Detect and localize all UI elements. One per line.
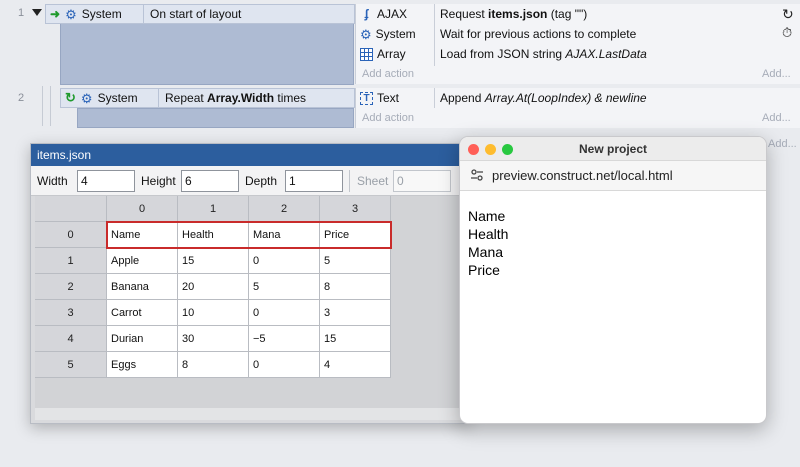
condition-object: System bbox=[97, 91, 138, 105]
array-cell[interactable]: 15 bbox=[320, 326, 391, 352]
action-text: Wait for previous actions to complete bbox=[440, 27, 637, 41]
depth-input[interactable]: 1 bbox=[285, 170, 343, 192]
url-text[interactable]: preview.construct.net/local.html bbox=[492, 168, 673, 183]
array-cell[interactable]: 0 bbox=[249, 352, 320, 378]
stopwatch-icon: ⏱ bbox=[782, 25, 793, 40]
trigger-arrow-icon: ➜ bbox=[50, 7, 61, 21]
browser-titlebar: New project bbox=[460, 137, 766, 161]
array-cell[interactable]: Carrot bbox=[107, 300, 178, 326]
depth-label: Depth bbox=[245, 174, 278, 188]
action-row[interactable]: Array bbox=[356, 44, 436, 64]
action-object: Text bbox=[377, 91, 400, 105]
content-line: Mana bbox=[468, 244, 504, 260]
array-grid-icon bbox=[360, 47, 373, 61]
event-number: 2 bbox=[18, 92, 25, 104]
text-object-icon: T bbox=[360, 91, 373, 105]
sheet-label: Sheet bbox=[357, 174, 389, 188]
site-settings-icon[interactable] bbox=[470, 168, 484, 185]
row-header[interactable]: 0 bbox=[35, 222, 107, 248]
action-object: AJAX bbox=[377, 7, 408, 21]
loop-icon: ↻ bbox=[65, 90, 76, 105]
column-header[interactable]: 2 bbox=[249, 196, 320, 222]
array-cell[interactable]: −5 bbox=[249, 326, 320, 352]
width-input[interactable]: 4 bbox=[77, 170, 135, 192]
action-row[interactable]: T Text bbox=[356, 88, 436, 108]
array-cell[interactable]: 8 bbox=[178, 352, 249, 378]
array-cell[interactable]: Eggs bbox=[107, 352, 178, 378]
content-line: Name bbox=[468, 208, 506, 224]
array-editor-window: items.json Width 4 Height 6 Depth 1 Shee… bbox=[30, 143, 470, 424]
add-link[interactable]: Add... bbox=[762, 112, 791, 124]
action-object: Array bbox=[377, 47, 406, 61]
row-header[interactable]: 4 bbox=[35, 326, 107, 352]
array-cell[interactable]: Apple bbox=[107, 248, 178, 274]
action-text: Request items.json (tag "") bbox=[440, 7, 588, 21]
array-grid: 0 1 2 3 0 Name Health Mana Price 1 Apple… bbox=[35, 196, 465, 408]
condition-object: System bbox=[81, 7, 122, 21]
array-cell[interactable]: 5 bbox=[320, 248, 391, 274]
height-label: Height bbox=[141, 174, 176, 188]
content-line: Price bbox=[468, 262, 500, 278]
array-cell[interactable]: 3 bbox=[320, 300, 391, 326]
sheet-input[interactable]: 0 bbox=[393, 170, 451, 192]
action-text: Load from JSON string AJAX.LastData bbox=[440, 47, 647, 61]
column-header[interactable]: 1 bbox=[178, 196, 249, 222]
array-cell[interactable]: 0 bbox=[249, 248, 320, 274]
event-indent-line bbox=[42, 86, 43, 126]
toolbar-divider bbox=[349, 170, 350, 192]
action-row[interactable]: ʄ AJAX bbox=[356, 4, 436, 24]
add-action-link[interactable]: Add action bbox=[362, 68, 414, 80]
browser-title: New project bbox=[578, 142, 647, 156]
event-1-condition[interactable]: ➜ ⚙ System On start of layout bbox=[45, 4, 355, 24]
array-cell[interactable]: 30 bbox=[178, 326, 249, 352]
array-editor-title: items.json bbox=[31, 144, 469, 166]
array-cell[interactable]: Durian bbox=[107, 326, 178, 352]
action-text: Append Array.At(LoopIndex) & newline bbox=[440, 91, 647, 105]
action-object: System bbox=[375, 27, 416, 41]
row-header[interactable]: 2 bbox=[35, 274, 107, 300]
array-cell[interactable]: 4 bbox=[320, 352, 391, 378]
array-cell[interactable]: 8 bbox=[320, 274, 391, 300]
address-bar[interactable]: preview.construct.net/local.html bbox=[460, 161, 766, 191]
row-header[interactable]: 1 bbox=[35, 248, 107, 274]
event-indent-line bbox=[50, 86, 51, 126]
array-cell[interactable]: 20 bbox=[178, 274, 249, 300]
width-label: Width bbox=[37, 174, 68, 188]
action-row[interactable]: ⚙ System bbox=[356, 24, 436, 44]
array-scroll-area[interactable] bbox=[35, 408, 465, 420]
column-header[interactable]: 0 bbox=[107, 196, 178, 222]
grid-corner bbox=[35, 196, 107, 222]
array-toolbar: Width 4 Height 6 Depth 1 Sheet 0 bbox=[31, 166, 469, 196]
row-header[interactable]: 3 bbox=[35, 300, 107, 326]
event-2-condition-block[interactable] bbox=[77, 108, 354, 128]
column-header[interactable]: 3 bbox=[320, 196, 391, 222]
array-cell[interactable]: Banana bbox=[107, 274, 178, 300]
array-cell[interactable]: 0 bbox=[249, 300, 320, 326]
add-action-link[interactable]: Add action bbox=[362, 112, 414, 124]
add-link-partial[interactable]: Add... bbox=[768, 138, 797, 150]
array-cell[interactable]: 5 bbox=[249, 274, 320, 300]
selection-highlight bbox=[106, 221, 392, 249]
event-number: 1 bbox=[18, 7, 25, 19]
page-content: Name Health Mana Price bbox=[468, 207, 508, 279]
event-2-condition[interactable]: ↻ ⚙ System Repeat Array.Width times bbox=[60, 88, 355, 108]
gear-icon: ⚙ bbox=[360, 26, 372, 42]
ajax-icon: ʄ bbox=[364, 7, 369, 21]
add-link[interactable]: Add... bbox=[762, 68, 791, 80]
gear-icon: ⚙ bbox=[80, 90, 93, 106]
array-cell[interactable]: 15 bbox=[178, 248, 249, 274]
collapse-toggle-icon[interactable] bbox=[32, 9, 42, 16]
array-cell[interactable]: 10 bbox=[178, 300, 249, 326]
preview-browser-window: New project preview.construct.net/local.… bbox=[459, 136, 767, 424]
content-line: Health bbox=[468, 226, 509, 242]
height-input[interactable]: 6 bbox=[181, 170, 239, 192]
row-header[interactable]: 5 bbox=[35, 352, 107, 378]
refresh-icon: ↻ bbox=[782, 6, 794, 22]
condition-text: Repeat Array.Width times bbox=[165, 91, 307, 105]
condition-text: On start of layout bbox=[150, 7, 242, 21]
gear-icon: ⚙ bbox=[65, 6, 77, 22]
event-1-condition-block[interactable] bbox=[60, 23, 354, 85]
